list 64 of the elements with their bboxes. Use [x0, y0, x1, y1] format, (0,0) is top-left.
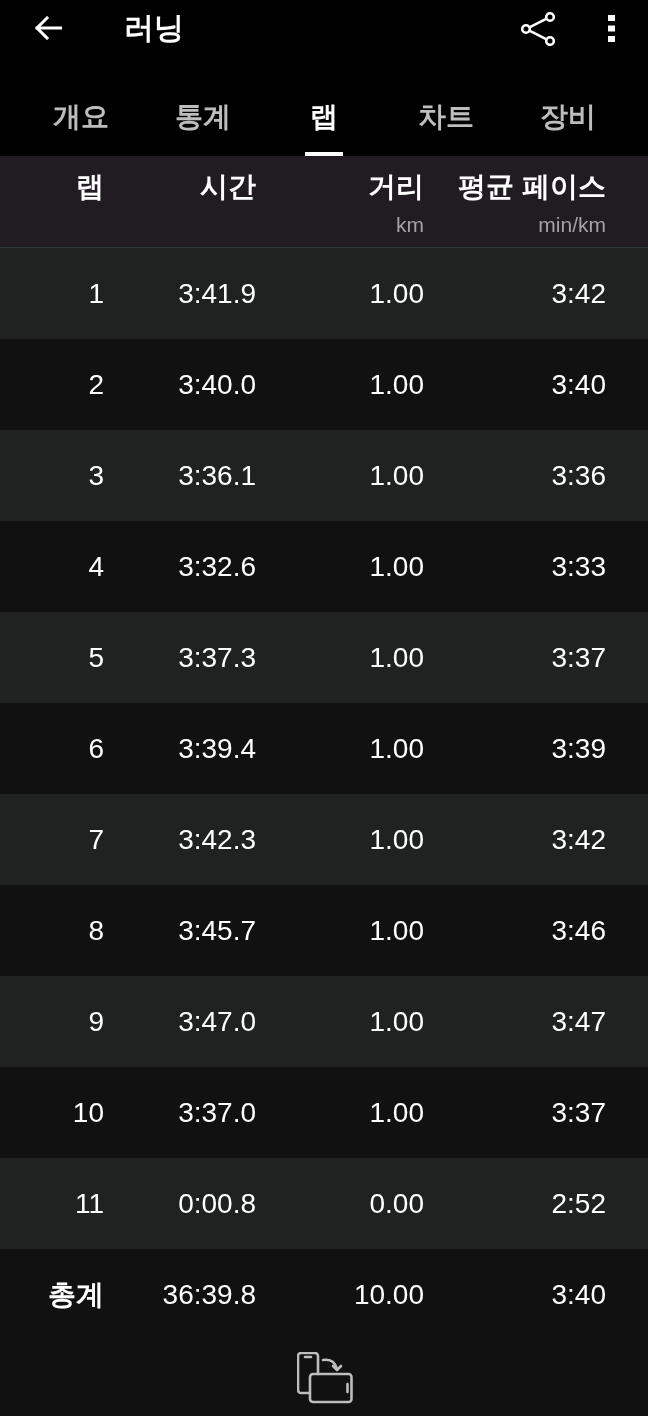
table-cell: 0:00.8: [178, 1186, 256, 1221]
table-cell: 2: [88, 367, 104, 402]
table-cell: 2:52: [551, 1186, 606, 1221]
share-icon[interactable]: [520, 12, 556, 46]
total-cell: 10.00: [353, 1277, 424, 1312]
table-cell: 3:47.0: [178, 1004, 256, 1039]
table-cell: 1.00: [369, 276, 424, 311]
table-cell: 11: [74, 1186, 104, 1221]
total-cell: 총계: [48, 1277, 104, 1312]
table-cell: 3:36.1: [178, 458, 256, 493]
total-cell: 3:40: [551, 1277, 606, 1312]
table-cell: 3:37: [551, 1095, 606, 1130]
column-header: 랩: [76, 170, 104, 204]
table-cell: 1.00: [369, 1095, 424, 1130]
table-cell: 3:37: [551, 640, 606, 675]
table-cell: 4: [88, 549, 104, 584]
table-cell: 7: [88, 822, 104, 857]
table-cell: 3:39.4: [178, 731, 256, 766]
table-cell: 3:33: [551, 549, 606, 584]
tab[interactable]: 차트: [385, 74, 508, 156]
table-cell: 3:46: [551, 913, 606, 948]
table-cell: 3:42: [551, 276, 606, 311]
table-cell: 1.00: [369, 731, 424, 766]
table-cell: 3:39: [551, 731, 606, 766]
table-cell: 3:37.3: [178, 640, 256, 675]
table-cell: 9: [88, 1004, 104, 1039]
tab[interactable]: 랩: [263, 74, 386, 156]
back-arrow-icon[interactable]: [34, 16, 62, 40]
table-cell: 0.00: [369, 1186, 424, 1221]
unit-label: km: [396, 213, 424, 237]
table-cell: 1.00: [369, 367, 424, 402]
table-cell: 3:45.7: [178, 913, 256, 948]
screen-title: 러닝: [124, 10, 184, 46]
table-cell: 3:32.6: [178, 549, 256, 584]
table-cell: 3:42.3: [178, 822, 256, 857]
column-header: 시간: [200, 170, 256, 204]
unit-label: min/km: [538, 213, 606, 237]
table-cell: 1.00: [369, 913, 424, 948]
table-cell: 3:47: [551, 1004, 606, 1039]
tab[interactable]: 장비: [507, 74, 629, 156]
table-cell: 1: [88, 276, 104, 311]
table-cell: 3: [88, 458, 104, 493]
table-cell: 8: [88, 913, 104, 948]
rotate-screen-icon[interactable]: [297, 1352, 353, 1404]
table-cell: 3:42: [551, 822, 606, 857]
table-cell: 1.00: [369, 458, 424, 493]
table-cell: 6: [88, 731, 104, 766]
total-cell: 36:39.8: [162, 1277, 256, 1312]
column-header: 거리: [368, 170, 424, 204]
table-cell: 10: [72, 1095, 104, 1130]
table-cell: 3:40.0: [178, 367, 256, 402]
table-cell: 3:36: [551, 458, 606, 493]
table-cell: 1.00: [369, 549, 424, 584]
table-cell: 3:40: [551, 367, 606, 402]
tab[interactable]: 통계: [141, 74, 264, 156]
column-header: 평균 페이스: [458, 170, 606, 204]
table-cell: 1.00: [369, 822, 424, 857]
more-options-icon[interactable]: [608, 14, 615, 42]
tab[interactable]: 개요: [20, 74, 142, 156]
table-cell: 3:37.0: [178, 1095, 256, 1130]
table-cell: 1.00: [369, 640, 424, 675]
table-cell: 1.00: [369, 1004, 424, 1039]
table-cell: 5: [88, 640, 104, 675]
table-cell: 3:41.9: [178, 276, 256, 311]
